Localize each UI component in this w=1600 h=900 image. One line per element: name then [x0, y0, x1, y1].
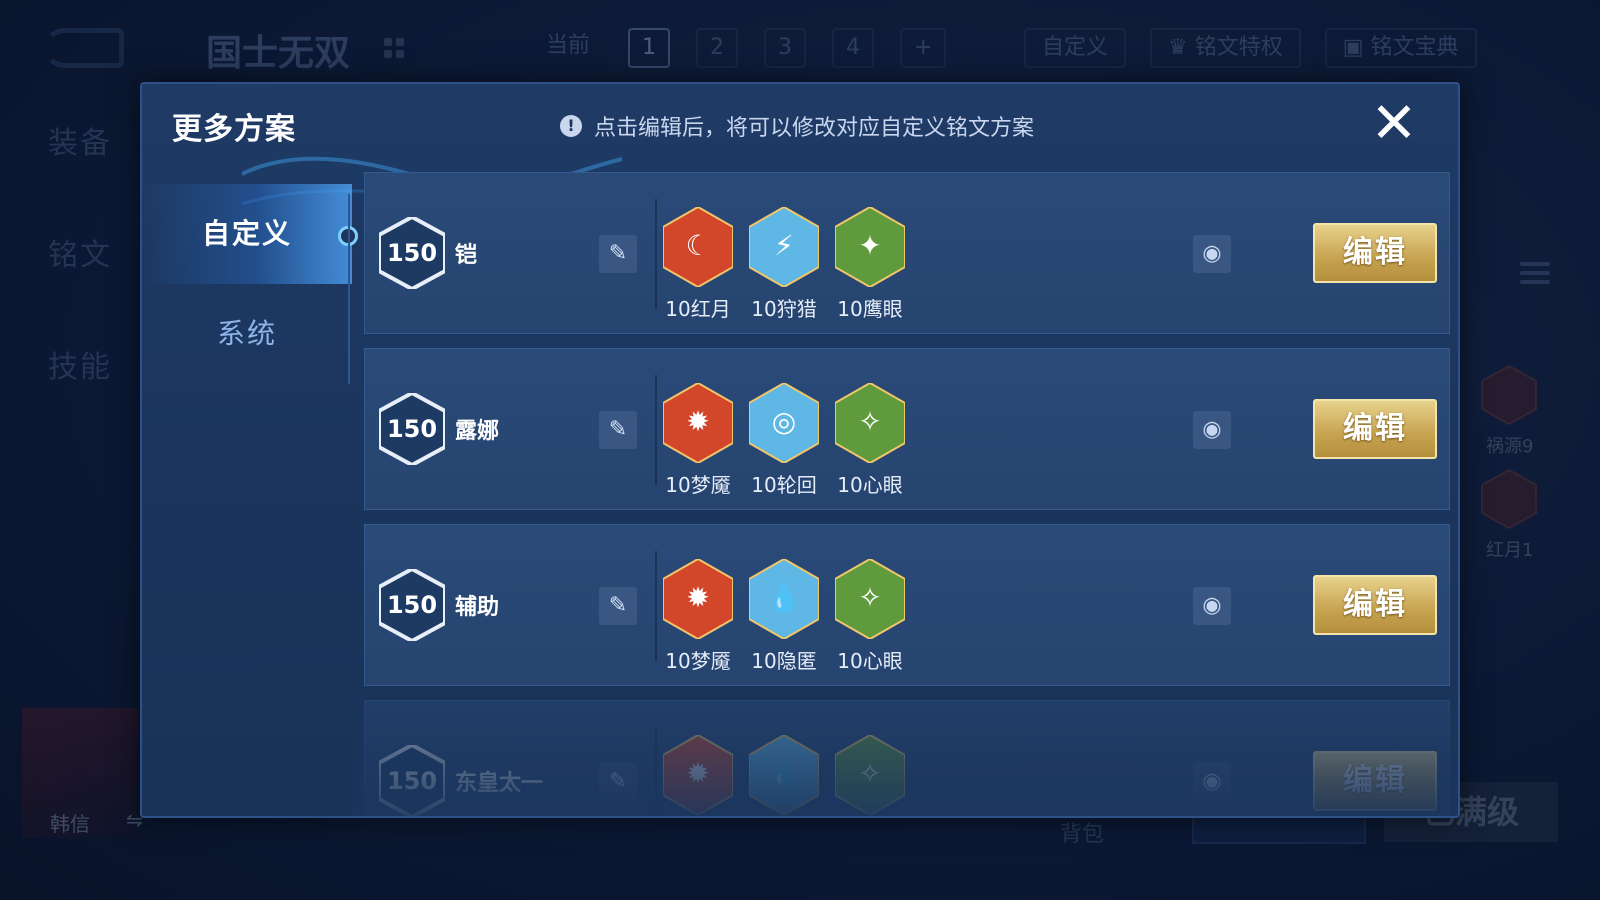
- nightmare-icon[interactable]: ✹: [663, 559, 733, 639]
- rune-label: 10红月: [665, 297, 731, 321]
- eye-icon[interactable]: ◉: [1193, 587, 1231, 625]
- eagle-eye-icon[interactable]: ✦: [835, 207, 905, 287]
- rune-label: 10心眼: [837, 649, 903, 673]
- info-icon: !: [560, 115, 582, 137]
- edit-button[interactable]: 编辑: [1313, 223, 1437, 283]
- eye-icon[interactable]: ◉: [1193, 235, 1231, 273]
- eye-icon[interactable]: ◉: [1193, 763, 1231, 801]
- level-value: 150: [386, 767, 438, 795]
- edit-button[interactable]: 编辑: [1313, 399, 1437, 459]
- plan-row: 150 铠 ✎ ☾ 10红月 ⚡ 10狩猎 ✦ 10鹰眼 ◉ 编辑: [364, 172, 1450, 334]
- swirl-icon[interactable]: ◎: [749, 383, 819, 463]
- plan-name: 露娜: [455, 419, 500, 444]
- plan-row: 150 东皇太一 ✎ ✹ 💧 ✧ ◉ 编辑: [364, 700, 1450, 816]
- heart-eye-icon[interactable]: ✧: [835, 559, 905, 639]
- level-value: 150: [386, 415, 438, 443]
- lightning-icon[interactable]: ⚡: [749, 207, 819, 287]
- level-value: 150: [386, 591, 438, 619]
- plan-name: 铠: [455, 243, 478, 268]
- level-badge: 150: [379, 745, 445, 816]
- rune-glyph: ✹: [686, 757, 710, 790]
- level-badge: 150: [379, 569, 445, 641]
- nightmare-icon[interactable]: ✹: [663, 383, 733, 463]
- row-divider: [655, 727, 657, 816]
- rename-pencil-icon[interactable]: ✎: [599, 235, 637, 273]
- plan-name: 辅助: [455, 595, 500, 620]
- rune-glyph: 💧: [766, 581, 802, 614]
- level-badge: 150: [379, 217, 445, 289]
- crescent-moon-icon[interactable]: ☾: [663, 207, 733, 287]
- nightmare-icon[interactable]: ✹: [663, 735, 733, 815]
- rune-glyph: 💧: [766, 757, 802, 790]
- rune-label: 10隐匿: [751, 649, 817, 673]
- rune-glyph: ◎: [771, 405, 797, 438]
- hint-text: 点击编辑后，将可以修改对应自定义铭文方案: [594, 116, 1035, 141]
- plan-row: 150 辅助 ✎ ✹ 10梦魇 💧 10隐匿 ✧ 10心眼 ◉ 编辑: [364, 524, 1450, 686]
- rune-label: 10轮回: [751, 473, 817, 497]
- rename-pencil-icon[interactable]: ✎: [599, 587, 637, 625]
- plan-row: 150 露娜 ✎ ✹ 10梦魇 ◎ 10轮回 ✧ 10心眼 ◉ 编辑: [364, 348, 1450, 510]
- hint-row: ! 点击编辑后，将可以修改对应自定义铭文方案: [560, 110, 1034, 142]
- plan-name: 东皇太一: [455, 771, 544, 796]
- heart-eye-icon[interactable]: ✧: [835, 383, 905, 463]
- rune-glyph: ✹: [686, 405, 710, 438]
- rune-label: 10梦魇: [665, 473, 731, 497]
- dialog-header: 更多方案 ! 点击编辑后，将可以修改对应自定义铭文方案 ✕: [142, 84, 1458, 168]
- close-icon[interactable]: ✕: [1366, 96, 1422, 154]
- rune-glyph: ✹: [686, 581, 710, 614]
- tab-custom[interactable]: 自定义: [142, 184, 358, 284]
- more-plans-dialog: 更多方案 ! 点击编辑后，将可以修改对应自定义铭文方案 ✕ 自定义 系统 150…: [140, 82, 1460, 818]
- edit-button[interactable]: 编辑: [1313, 575, 1437, 635]
- level-badge: 150: [379, 393, 445, 465]
- heart-eye-icon[interactable]: ✧: [835, 735, 905, 815]
- water-drop-icon[interactable]: 💧: [749, 559, 819, 639]
- edit-button[interactable]: 编辑: [1313, 751, 1437, 811]
- rune-glyph: ⚡: [774, 229, 794, 262]
- rune-label: 10梦魇: [665, 649, 731, 673]
- level-value: 150: [386, 239, 438, 267]
- rune-label: 10鹰眼: [837, 297, 903, 321]
- tab-divider: [348, 194, 350, 384]
- rune-glyph: ✧: [858, 757, 882, 790]
- rune-label: 10狩猎: [751, 297, 817, 321]
- dialog-title: 更多方案: [172, 112, 296, 147]
- rune-glyph: ✧: [858, 405, 882, 438]
- rename-pencil-icon[interactable]: ✎: [599, 763, 637, 801]
- rune-glyph: ☾: [685, 229, 711, 262]
- rune-glyph: ✦: [858, 229, 882, 262]
- tab-system[interactable]: 系统: [142, 284, 352, 384]
- rune-label: 10心眼: [837, 473, 903, 497]
- rename-pencil-icon[interactable]: ✎: [599, 411, 637, 449]
- eye-icon[interactable]: ◉: [1193, 411, 1231, 449]
- side-tabs: 自定义 系统: [142, 184, 358, 384]
- plan-list[interactable]: 150 铠 ✎ ☾ 10红月 ⚡ 10狩猎 ✦ 10鹰眼 ◉ 编辑 150 露娜 ✎ ✹ 10梦魇 ◎ 10轮回 ✧…: [364, 172, 1450, 816]
- water-drop-icon[interactable]: 💧: [749, 735, 819, 815]
- rune-glyph: ✧: [858, 581, 882, 614]
